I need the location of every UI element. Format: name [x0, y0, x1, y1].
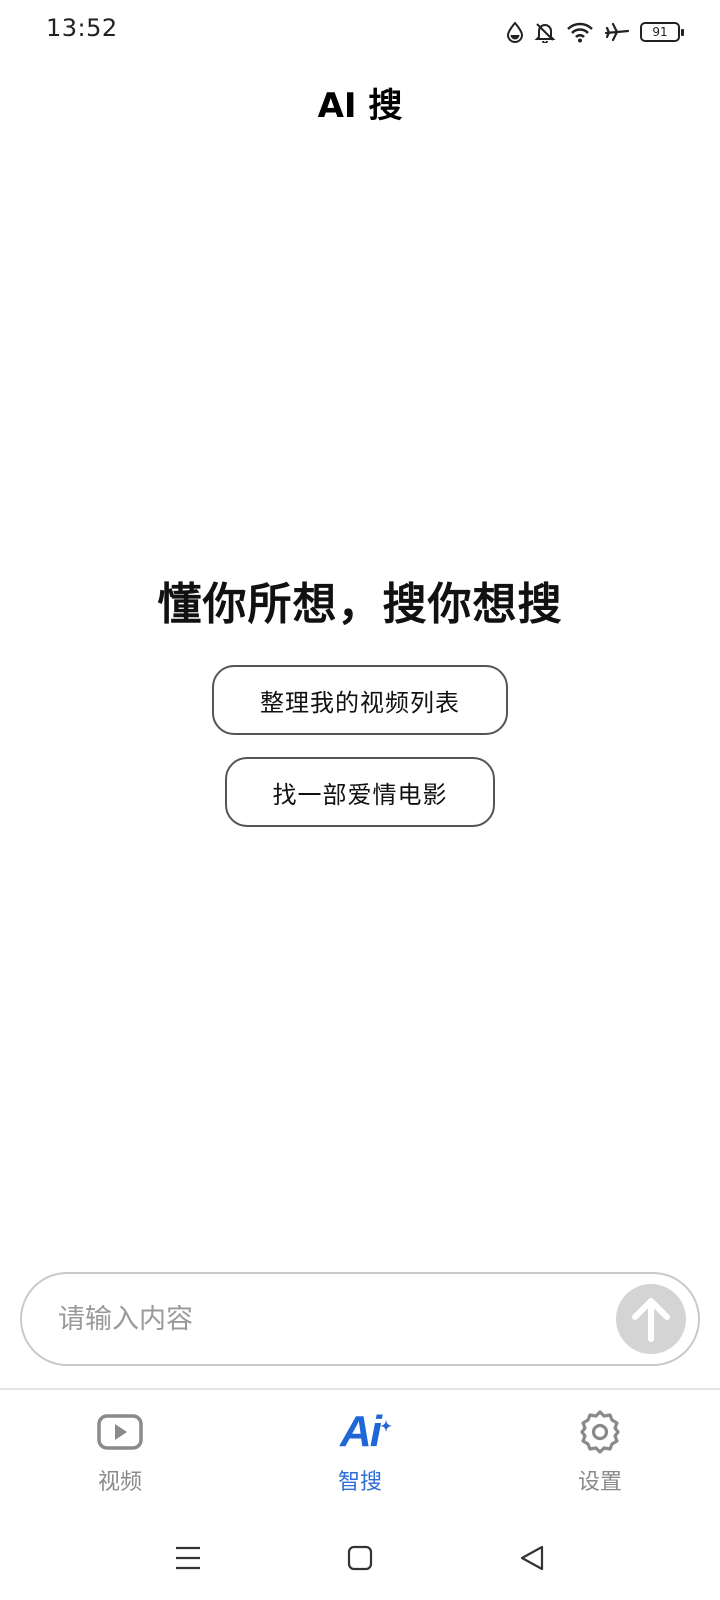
tab-label-ai-search: 智搜 [337, 1470, 382, 1495]
airplane-mode-icon [604, 22, 630, 42]
search-input[interactable] [58, 1274, 598, 1364]
arrow-up-icon [632, 1298, 670, 1342]
suggestion-button-romance-movie[interactable]: 找一部爱情电影 [225, 757, 495, 827]
tab-settings[interactable]: 设置 [540, 1408, 660, 1496]
send-button[interactable] [616, 1284, 686, 1354]
gear-icon [577, 1408, 623, 1456]
tab-label-settings: 设置 [577, 1470, 622, 1495]
status-time: 13:52 [46, 14, 118, 42]
bell-off-icon [534, 23, 556, 43]
page-title: AI 搜 [317, 86, 403, 126]
menu-icon[interactable] [168, 1538, 208, 1578]
search-input-bar [20, 1272, 700, 1366]
status-icons: 91 [506, 16, 684, 48]
back-icon[interactable] [512, 1538, 552, 1578]
hero-title: 懂你所想，搜你想搜 [157, 579, 563, 630]
system-nav-bar [0, 1520, 720, 1590]
battery-level: 91 [652, 25, 668, 39]
wifi-icon [567, 22, 593, 43]
home-icon[interactable] [340, 1538, 380, 1578]
suggestion-button-video-list[interactable]: 整理我的视频列表 [212, 665, 508, 735]
battery-icon: 91 [640, 22, 684, 42]
ai-icon: Ai ✦ [340, 1407, 392, 1456]
status-bar: 13:52 91 [0, 0, 720, 64]
water-drop-icon [506, 21, 524, 43]
ai-glyph-text: Ai [340, 1407, 382, 1456]
tab-bar: 视频 Ai ✦ 智搜 设置 [0, 1390, 720, 1510]
tab-video[interactable]: 视频 [60, 1408, 180, 1496]
tab-label-video: 视频 [97, 1470, 142, 1495]
video-play-icon [97, 1408, 143, 1456]
tab-ai-search[interactable]: Ai ✦ 智搜 [300, 1408, 420, 1496]
